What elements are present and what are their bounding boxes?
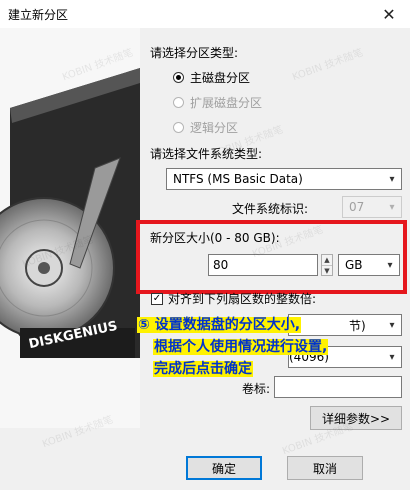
title-bar: 建立新分区 ✕: [0, 0, 410, 28]
advanced-params-button[interactable]: 详细参数>>: [310, 406, 402, 430]
filesystem-id-label: 文件系统标识:: [232, 202, 309, 216]
hard-disk-image: [0, 68, 140, 358]
radio-label: 逻辑分区: [190, 121, 239, 135]
partition-size-input[interactable]: 80: [208, 254, 318, 276]
spin-up-icon[interactable]: ▲: [322, 255, 332, 266]
filesystem-id-select[interactable]: 07 ▾: [342, 196, 402, 218]
partition-type-label: 请选择分区类型:: [150, 46, 239, 60]
filesystem-id-value: 07: [349, 200, 365, 214]
instruction-callout: ⑤ 设置数据盘的分区大小, 根据个人使用情况进行设置, 完成后点击确定: [137, 314, 407, 380]
disk-illustration: DISKGENIUS: [0, 28, 140, 428]
radio-primary-partition[interactable]: 主磁盘分区: [173, 69, 250, 86]
radio-indicator: [173, 97, 184, 108]
callout-line-1: ⑤ 设置数据盘的分区大小,: [137, 317, 302, 333]
watermark: KOBIN 技术随笔: [291, 47, 365, 84]
filesystem-value: NTFS (MS Basic Data): [173, 172, 303, 186]
radio-label: 扩展磁盘分区: [190, 96, 263, 110]
spin-down-icon[interactable]: ▼: [322, 266, 332, 276]
size-spinner[interactable]: ▲ ▼: [321, 254, 333, 276]
size-unit-select[interactable]: GB ▾: [338, 254, 400, 276]
close-button[interactable]: ✕: [368, 0, 410, 28]
chevron-down-icon: ▾: [387, 259, 393, 271]
align-label: 对齐到下列扇区数的整数倍:: [168, 292, 317, 306]
chevron-down-icon: ▾: [389, 173, 395, 185]
callout-line-2: 根据个人使用情况进行设置,: [153, 339, 329, 355]
ok-button[interactable]: 确定: [186, 456, 262, 480]
close-icon: ✕: [382, 4, 396, 24]
radio-indicator: [173, 72, 184, 83]
radio-logical-partition[interactable]: 逻辑分区: [173, 119, 238, 136]
chevron-down-icon: ▾: [389, 201, 395, 213]
volume-label: 卷标:: [242, 382, 271, 396]
window-title: 建立新分区: [8, 8, 69, 22]
radio-label: 主磁盘分区: [190, 71, 251, 85]
filesystem-select[interactable]: NTFS (MS Basic Data) ▾: [166, 168, 402, 190]
align-checkbox[interactable]: ✓ 对齐到下列扇区数的整数倍:: [151, 290, 316, 307]
dialog-client: DISKGENIUS 请选择分区类型: 主磁盘分区 扩展磁盘分区 逻辑分区 请选…: [0, 28, 410, 490]
radio-indicator: [173, 122, 184, 133]
partition-size-label: 新分区大小(0 - 80 GB):: [150, 231, 280, 245]
size-unit-value: GB: [345, 258, 363, 272]
cancel-button[interactable]: 取消: [287, 456, 363, 480]
checkbox-indicator: ✓: [151, 292, 163, 305]
callout-line-3: 完成后点击确定: [153, 361, 253, 377]
radio-extended-partition[interactable]: 扩展磁盘分区: [173, 94, 262, 111]
filesystem-label: 请选择文件系统类型:: [150, 147, 263, 161]
